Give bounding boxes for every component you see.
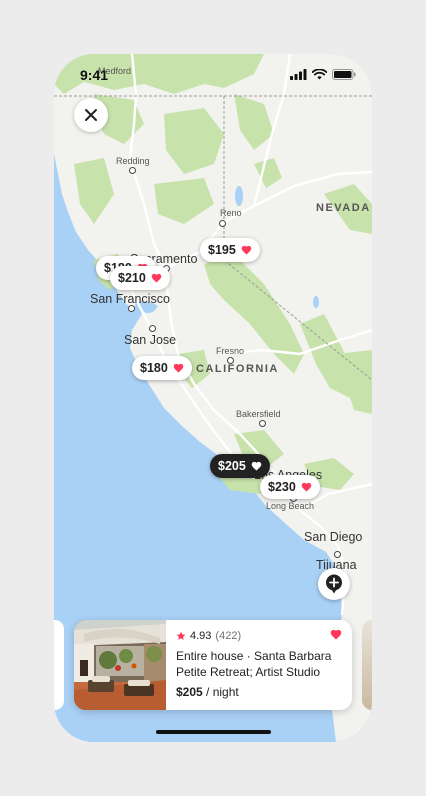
map-label-redding: Redding <box>116 156 150 166</box>
price-pin-label: $210 <box>118 271 146 285</box>
status-time: 9:41 <box>80 67 109 83</box>
heart-icon <box>151 273 162 283</box>
signal-icon <box>290 69 307 80</box>
battery-icon <box>332 69 356 80</box>
price-pin-selected[interactable]: $205 <box>210 454 270 478</box>
map-label-reno: Reno <box>220 208 242 218</box>
listing-card[interactable]: 4.93 (422) Entire house · Santa Barbara … <box>74 620 352 710</box>
add-location-button[interactable] <box>318 568 350 600</box>
price-pin[interactable]: $210 <box>110 266 170 290</box>
listing-info: 4.93 (422) Entire house · Santa Barbara … <box>176 630 342 699</box>
review-count: (422) <box>215 630 242 642</box>
home-indicator[interactable] <box>156 730 271 734</box>
wishlist-heart-icon[interactable] <box>330 629 342 640</box>
map-label-long-beach: Long Beach <box>266 501 315 511</box>
city-dot <box>259 420 266 427</box>
price-amount: $205 <box>176 685 203 699</box>
status-bar: 9:41 <box>54 54 372 98</box>
price-pin-label: $230 <box>268 480 296 494</box>
price-pin-label: $180 <box>140 361 168 375</box>
listing-price: $205 / night <box>176 685 342 699</box>
price-pin[interactable]: $180 <box>132 356 192 380</box>
city-dot <box>149 325 156 332</box>
map-label-san-jose: San Jose <box>124 333 177 347</box>
listing-title: Entire house · Santa Barbara Petite Retr… <box>176 648 342 680</box>
listing-card-next[interactable] <box>362 620 372 710</box>
city-dot <box>128 305 135 312</box>
price-pin[interactable]: $195 <box>200 238 260 262</box>
status-icons <box>290 69 356 80</box>
city-dot <box>129 167 136 174</box>
rating-value: 4.93 <box>190 630 212 642</box>
listing-title-line2: Petite Retreat; Artist Studio <box>176 665 321 679</box>
listing-photo <box>74 620 166 710</box>
heart-icon <box>173 363 184 373</box>
price-pin-label: $205 <box>218 459 246 473</box>
city-dot <box>219 220 226 227</box>
map-label-california: CALIFORNIA <box>196 363 279 375</box>
star-icon <box>176 631 186 640</box>
listing-title-line1: Entire house · Santa Barbara <box>176 649 332 663</box>
heart-icon <box>301 482 312 492</box>
listing-rating: 4.93 (422) <box>176 630 342 642</box>
map-label-fresno: Fresno <box>216 346 245 356</box>
phone-screen: Medford Redding Reno NEVADA Sacramento S… <box>54 54 372 742</box>
city-dot <box>334 551 341 558</box>
heart-icon <box>251 461 262 471</box>
add-location-icon <box>325 574 343 594</box>
map-label-san-diego: San Diego <box>304 530 363 544</box>
close-button[interactable] <box>74 98 108 132</box>
price-unit: / night <box>206 685 239 699</box>
listing-card-previous[interactable] <box>54 620 64 710</box>
heart-icon <box>241 245 252 255</box>
map-label-nevada: NEVADA <box>316 202 371 214</box>
wifi-icon <box>312 69 327 80</box>
close-icon <box>85 109 97 121</box>
map-label-bakersfield: Bakersfield <box>236 409 281 419</box>
price-pin[interactable]: $230 <box>260 475 320 499</box>
price-pin-label: $195 <box>208 243 236 257</box>
map-label-san-francisco: San Francisco <box>90 292 170 306</box>
